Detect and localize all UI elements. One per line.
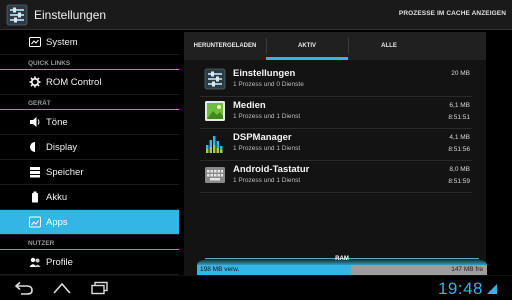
sidebar-item-label: Apps: [46, 216, 68, 228]
running-process-list: Einstellungen 1 Prozess und 0 Dienste 20…: [200, 65, 472, 193]
sidebar-item-label: Display: [46, 141, 78, 153]
process-memory: 20 MB: [451, 70, 470, 77]
section-header-users: NUTZER: [0, 235, 179, 250]
list-item[interactable]: Einstellungen 1 Prozess und 0 Dienste 20…: [200, 65, 472, 97]
settings-app-icon[interactable]: [6, 4, 28, 26]
tab-running[interactable]: AKTIV: [266, 32, 348, 60]
list-item[interactable]: DSPManager 1 Prozess und 1 Dienst 4,1 MB…: [200, 129, 472, 161]
sidebar-item-sound[interactable]: Töne: [0, 110, 179, 135]
volume-icon: [30, 117, 40, 127]
action-bar: Einstellungen PROZESSE IM CACHE ANZEIGEN: [0, 0, 512, 30]
process-name: Android-Tastatur: [233, 164, 310, 175]
settings-sidebar: System QUICK LINKS ROM Control GERÄT Tön…: [0, 30, 179, 275]
process-memory: 6,1 MB: [449, 102, 470, 109]
sidebar-item-rom-control[interactable]: ROM Control: [0, 70, 179, 95]
ram-bar: 198 MB verw. 147 MB fre: [197, 265, 487, 275]
battery-icon: [32, 191, 38, 203]
sidebar-item-display[interactable]: Display: [0, 135, 179, 160]
section-header-device: GERÄT: [0, 95, 179, 110]
sidebar-item-label: ROM Control: [46, 76, 102, 88]
ram-free-label: 147 MB fre: [451, 266, 483, 273]
ram-label: RAM: [335, 256, 349, 262]
sidebar-item-storage[interactable]: Speicher: [0, 160, 179, 185]
settings-app-icon: [204, 68, 226, 90]
recent-apps-icon[interactable]: [90, 281, 110, 295]
process-name: Medien: [233, 100, 266, 111]
sidebar-item-apps[interactable]: Apps: [0, 210, 179, 235]
signal-icon[interactable]: [486, 282, 498, 295]
section-header-quick-links: QUICK LINKS: [0, 55, 179, 70]
process-uptime: 8:51:56: [448, 146, 470, 153]
sidebar-item-battery[interactable]: Akku: [0, 185, 179, 210]
process-name: Einstellungen: [233, 68, 296, 79]
sidebar-item-label: Töne: [46, 116, 68, 128]
process-memory: 8,0 MB: [449, 166, 470, 173]
sidebar-item-label: Speicher: [46, 166, 84, 178]
running-apps-panel: HERUNTERGELADEN AKTIV ALLE Einstellungen…: [184, 32, 487, 275]
tab-all[interactable]: ALLE: [348, 32, 430, 60]
home-icon[interactable]: [52, 281, 72, 295]
apps-main-pane: HERUNTERGELADEN AKTIV ALLE Einstellungen…: [179, 30, 512, 275]
process-summary: 1 Prozess und 0 Dienste: [233, 81, 304, 88]
list-item[interactable]: Medien 1 Prozess und 1 Dienst 6,1 MB 8:5…: [200, 97, 472, 129]
list-item[interactable]: Android-Tastatur 1 Prozess und 1 Dienst …: [200, 161, 472, 193]
back-icon[interactable]: [14, 281, 34, 295]
system-icon: [29, 37, 41, 47]
ram-used-label: 198 MB verw.: [200, 266, 240, 273]
sidebar-item-label: System: [46, 36, 78, 48]
storage-icon: [30, 167, 40, 178]
process-summary: 1 Prozess und 1 Dienst: [233, 145, 301, 152]
action-bar-title: Einstellungen: [34, 7, 107, 22]
display-icon: [30, 142, 40, 152]
status-clock: 19:48: [437, 279, 483, 298]
apps-tab-bar: HERUNTERGELADEN AKTIV ALLE: [184, 32, 486, 60]
process-name: DSPManager: [233, 132, 292, 143]
tab-downloaded[interactable]: HERUNTERGELADEN: [184, 32, 266, 60]
process-memory: 4,1 MB: [449, 134, 470, 141]
sidebar-item-label: Profile: [46, 256, 73, 268]
ram-glow-graphic: [197, 258, 487, 265]
process-uptime: 8:51:59: [448, 178, 470, 185]
sidebar-item-system[interactable]: System: [0, 30, 179, 55]
process-summary: 1 Prozess und 1 Dienst: [233, 177, 301, 184]
system-navigation-bar: 19:48: [0, 275, 512, 300]
equalizer-app-icon: [206, 136, 223, 153]
ram-usage-meter: RAM 198 MB verw. 147 MB fre: [197, 245, 487, 275]
show-cached-processes-button[interactable]: PROZESSE IM CACHE ANZEIGEN: [399, 10, 506, 17]
sidebar-item-profiles[interactable]: Profile: [0, 250, 179, 275]
process-uptime: 8:51:51: [448, 114, 470, 121]
gear-icon: [29, 76, 41, 88]
keyboard-app-icon: [205, 167, 225, 183]
media-app-icon: [205, 101, 225, 121]
process-summary: 1 Prozess und 1 Dienst: [233, 113, 301, 120]
sidebar-item-label: Akku: [46, 191, 68, 203]
profile-icon: [29, 257, 41, 267]
apps-icon: [29, 216, 41, 228]
